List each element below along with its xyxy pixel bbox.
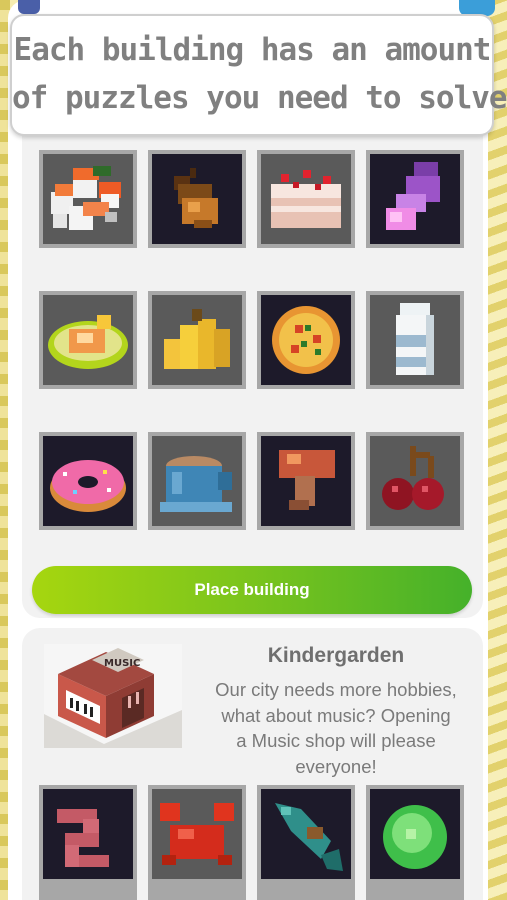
puzzle-tile-mushroom[interactable] [257, 432, 355, 530]
background-pattern-right [485, 0, 507, 900]
juice-icon [386, 162, 440, 230]
puzzle-tile-crab[interactable] [148, 785, 246, 900]
worm-icon [57, 809, 109, 867]
puzzle-tile-juice[interactable] [366, 150, 464, 248]
cabbage-icon [383, 805, 447, 869]
puzzle-tile-milk[interactable] [366, 291, 464, 389]
caption-line-2: of puzzles you need to solve [12, 80, 507, 116]
music-shop-image: MUSIC [44, 644, 182, 748]
pizza-icon [272, 306, 340, 374]
sushi-icon [51, 166, 121, 230]
omelette-icon [48, 315, 128, 369]
next-building-description: Our city needs more hobbies, what about … [200, 677, 472, 779]
mushroom-icon [279, 450, 335, 510]
puzzle-tile-cabbage[interactable] [366, 785, 464, 900]
crab-icon [160, 803, 234, 865]
acorn-icon [174, 168, 218, 228]
top-left-badge [18, 0, 40, 14]
puzzle-tile-acorn[interactable] [148, 150, 246, 248]
fish-icon [275, 803, 343, 871]
cake-icon [271, 170, 341, 228]
next-building-title: Kindergarden [267, 644, 405, 667]
donut-icon [50, 460, 126, 512]
puzzle-tile-cherries[interactable] [366, 432, 464, 530]
puzzle-tile-cake[interactable] [257, 150, 355, 248]
place-building-button[interactable]: Place building [32, 566, 472, 614]
caption-line-1: Each building has an amount [13, 32, 492, 68]
tutorial-caption: Each building has an amount of puzzles y… [10, 14, 507, 136]
description-line-4: everyone! [295, 755, 377, 777]
puzzle-tile-bananas[interactable] [148, 291, 246, 389]
puzzle-tile-coffee[interactable] [148, 432, 246, 530]
description-line-3: a Music shop will please [236, 730, 436, 751]
banana-icon [164, 309, 230, 369]
description-line-2: what about music? Opening [221, 704, 451, 726]
milk-icon [396, 303, 434, 375]
coffee-icon [160, 456, 232, 512]
cherry-icon [382, 446, 444, 510]
puzzle-tile-pizza[interactable] [257, 291, 355, 389]
description-line-1: Our city needs more hobbies, [215, 679, 457, 700]
music-sign: MUSIC [104, 658, 140, 669]
puzzle-tile-worm[interactable] [39, 785, 137, 900]
puzzle-tile-donut[interactable] [39, 432, 137, 530]
puzzle-tile-omelette[interactable] [39, 291, 137, 389]
puzzle-tile-fish[interactable] [257, 785, 355, 900]
puzzle-tile-sushi[interactable] [39, 150, 137, 248]
